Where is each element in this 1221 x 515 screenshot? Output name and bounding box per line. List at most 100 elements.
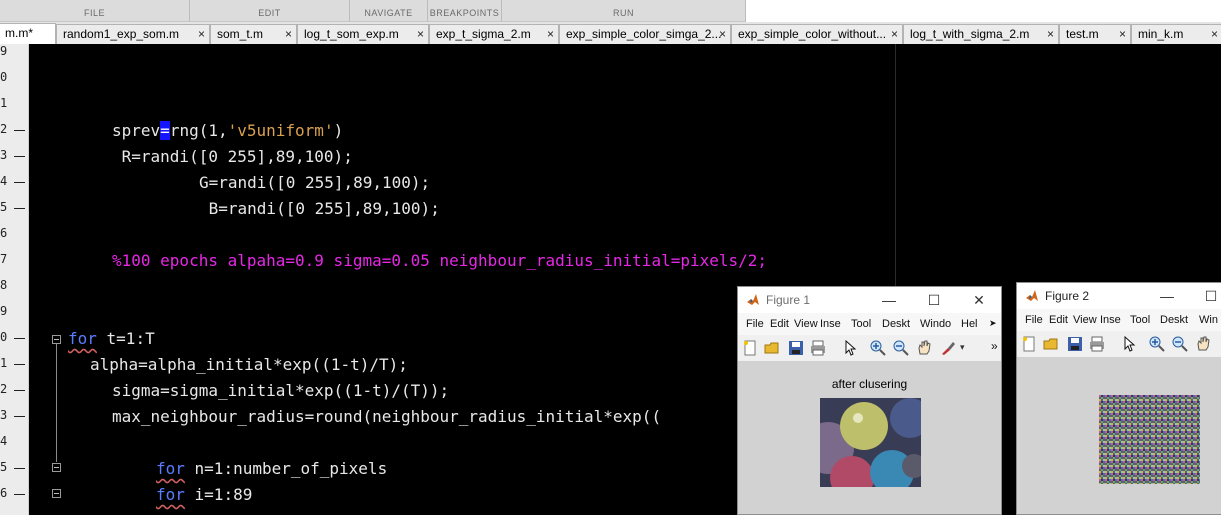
menu-desktop[interactable]: Deskt xyxy=(1160,314,1188,326)
figure-1-titlebar[interactable]: Figure 1 — ☐ ✕ xyxy=(738,287,1001,313)
code-token: sprev xyxy=(112,121,161,140)
tab-log-t-with-sigma-2[interactable]: log_t_with_sigma_2.m × xyxy=(903,24,1059,44)
keyword-for: for xyxy=(156,485,185,504)
code-line-26[interactable]: for i=1:89 xyxy=(156,485,252,504)
print-icon[interactable] xyxy=(1089,336,1105,352)
code-line-25[interactable]: for n=1:number_of_pixels xyxy=(156,459,387,478)
tab-log-t-som-exp[interactable]: log_t_som_exp.m × xyxy=(297,24,429,44)
menu-view[interactable]: View xyxy=(1073,314,1097,326)
zoom-out-icon[interactable] xyxy=(893,340,909,356)
executable-line-marker[interactable] xyxy=(14,416,25,417)
close-icon[interactable]: × xyxy=(1047,25,1054,44)
fold-toggle-icon[interactable] xyxy=(52,489,61,498)
executable-line-marker[interactable] xyxy=(14,494,25,495)
code-line-21[interactable]: alpha=alpha_initial*exp((1-t)/T); xyxy=(90,355,408,374)
executable-line-marker[interactable] xyxy=(14,182,25,183)
line-number: 9 xyxy=(0,44,8,58)
tab-exp-simple-color-without[interactable]: exp_simple_color_without... × xyxy=(731,24,903,44)
save-icon[interactable] xyxy=(1067,336,1083,352)
executable-line-marker[interactable] xyxy=(14,130,25,131)
menu-file[interactable]: File xyxy=(746,318,764,330)
line-number: 8 xyxy=(0,278,8,292)
executable-line-marker[interactable] xyxy=(14,156,25,157)
code-line-23[interactable]: max_neighbour_radius=round(neighbour_rad… xyxy=(112,407,661,426)
close-icon[interactable]: × xyxy=(198,25,205,44)
menu-edit[interactable]: Edit xyxy=(1049,314,1068,326)
tab-test[interactable]: test.m × xyxy=(1059,24,1131,44)
close-icon[interactable]: × xyxy=(547,25,554,44)
code-line-12[interactable]: sprev=rng(1,'v5uniform') xyxy=(112,121,343,140)
code-line-14[interactable]: G=randi([0 255],89,100); xyxy=(199,173,430,192)
menu-overflow-icon[interactable]: ➤ xyxy=(989,318,997,329)
tab-m[interactable]: m.m* xyxy=(0,23,56,44)
maximize-icon[interactable]: ☐ xyxy=(921,290,947,310)
executable-line-marker[interactable] xyxy=(14,468,25,469)
zoom-out-icon[interactable] xyxy=(1172,336,1188,352)
close-icon[interactable]: ✕ xyxy=(966,290,992,310)
toolbar-overflow-icon[interactable]: » xyxy=(991,339,998,353)
open-file-icon[interactable] xyxy=(764,340,780,356)
figure-2-titlebar[interactable]: Figure 2 — ☐ xyxy=(1017,283,1221,309)
close-icon[interactable]: × xyxy=(1119,25,1126,44)
close-icon[interactable]: × xyxy=(719,25,726,44)
zoom-in-icon[interactable] xyxy=(870,340,886,356)
random-noise-image xyxy=(1099,395,1200,484)
tab-som-t[interactable]: som_t.m × xyxy=(210,24,297,44)
executable-line-marker[interactable] xyxy=(14,364,25,365)
menu-insert[interactable]: Inse xyxy=(1100,314,1121,326)
executable-line-marker[interactable] xyxy=(14,338,25,339)
pan-hand-icon[interactable] xyxy=(916,340,932,356)
new-figure-icon[interactable] xyxy=(742,340,758,356)
section-edit[interactable]: EDIT xyxy=(190,0,350,22)
menu-insert[interactable]: Inse xyxy=(820,318,841,330)
data-brush-icon[interactable] xyxy=(940,340,956,356)
tab-random1-exp-som[interactable]: random1_exp_som.m × xyxy=(56,24,210,44)
section-run[interactable]: RUN xyxy=(502,0,746,22)
close-icon[interactable]: × xyxy=(417,25,424,44)
code-line-13[interactable]: R=randi([0 255],89,100); xyxy=(112,147,353,166)
fold-toggle-icon[interactable] xyxy=(52,463,61,472)
save-icon[interactable] xyxy=(788,340,804,356)
menu-window[interactable]: Windo xyxy=(920,318,951,330)
zoom-in-icon[interactable] xyxy=(1149,336,1165,352)
close-icon[interactable]: × xyxy=(285,25,292,44)
dropdown-arrow-icon[interactable]: ▾ xyxy=(960,342,965,353)
tab-exp-t-sigma-2[interactable]: exp_t_sigma_2.m × xyxy=(429,24,559,44)
section-breakpoints[interactable]: BREAKPOINTS xyxy=(428,0,502,22)
menu-view[interactable]: View xyxy=(794,318,818,330)
code-line-20[interactable]: for t=1:T xyxy=(68,329,155,348)
new-figure-icon[interactable] xyxy=(1021,336,1037,352)
code-line-22[interactable]: sigma=sigma_initial*exp((1-t)/(T)); xyxy=(112,381,449,400)
minimize-icon[interactable]: — xyxy=(876,290,902,310)
tab-min-k[interactable]: min_k.m × xyxy=(1131,24,1221,44)
menu-tools[interactable]: Tool xyxy=(1130,314,1150,326)
maximize-icon[interactable]: ☐ xyxy=(1198,286,1221,306)
executable-line-marker[interactable] xyxy=(14,390,25,391)
minimize-icon[interactable]: — xyxy=(1154,286,1180,306)
line-number: 1 xyxy=(0,96,8,110)
print-icon[interactable] xyxy=(810,340,826,356)
close-icon[interactable]: × xyxy=(891,25,898,44)
open-file-icon[interactable] xyxy=(1043,336,1059,352)
code-line-15[interactable]: B=randi([0 255],89,100); xyxy=(199,199,440,218)
menu-desktop[interactable]: Deskt xyxy=(882,318,910,330)
menu-window[interactable]: Win xyxy=(1199,314,1218,326)
fold-toggle-icon[interactable] xyxy=(52,335,61,344)
figure-1-window[interactable]: Figure 1 — ☐ ✕ File Edit View Inse Tool … xyxy=(737,286,1002,515)
tab-exp-simple-color-simga-2[interactable]: exp_simple_color_simga_2... × xyxy=(559,24,731,44)
menu-help[interactable]: Hel xyxy=(961,318,978,330)
figure-2-window[interactable]: Figure 2 — ☐ File Edit View Inse Tool De… xyxy=(1016,282,1221,515)
menu-edit[interactable]: Edit xyxy=(770,318,789,330)
line-number: 6 xyxy=(0,486,8,500)
tab-label: min_k.m xyxy=(1138,27,1184,41)
pointer-icon[interactable] xyxy=(1121,336,1137,352)
menu-tools[interactable]: Tool xyxy=(851,318,871,330)
section-file[interactable]: FILE xyxy=(0,0,190,22)
code-line-17-comment[interactable]: %100 epochs alpaha=0.9 sigma=0.05 neighb… xyxy=(112,251,767,270)
menu-file[interactable]: File xyxy=(1025,314,1043,326)
pan-hand-icon[interactable] xyxy=(1195,336,1211,352)
executable-line-marker[interactable] xyxy=(14,208,25,209)
section-navigate[interactable]: NAVIGATE xyxy=(350,0,428,22)
pointer-icon[interactable] xyxy=(842,340,858,356)
close-icon[interactable]: × xyxy=(1211,25,1218,44)
